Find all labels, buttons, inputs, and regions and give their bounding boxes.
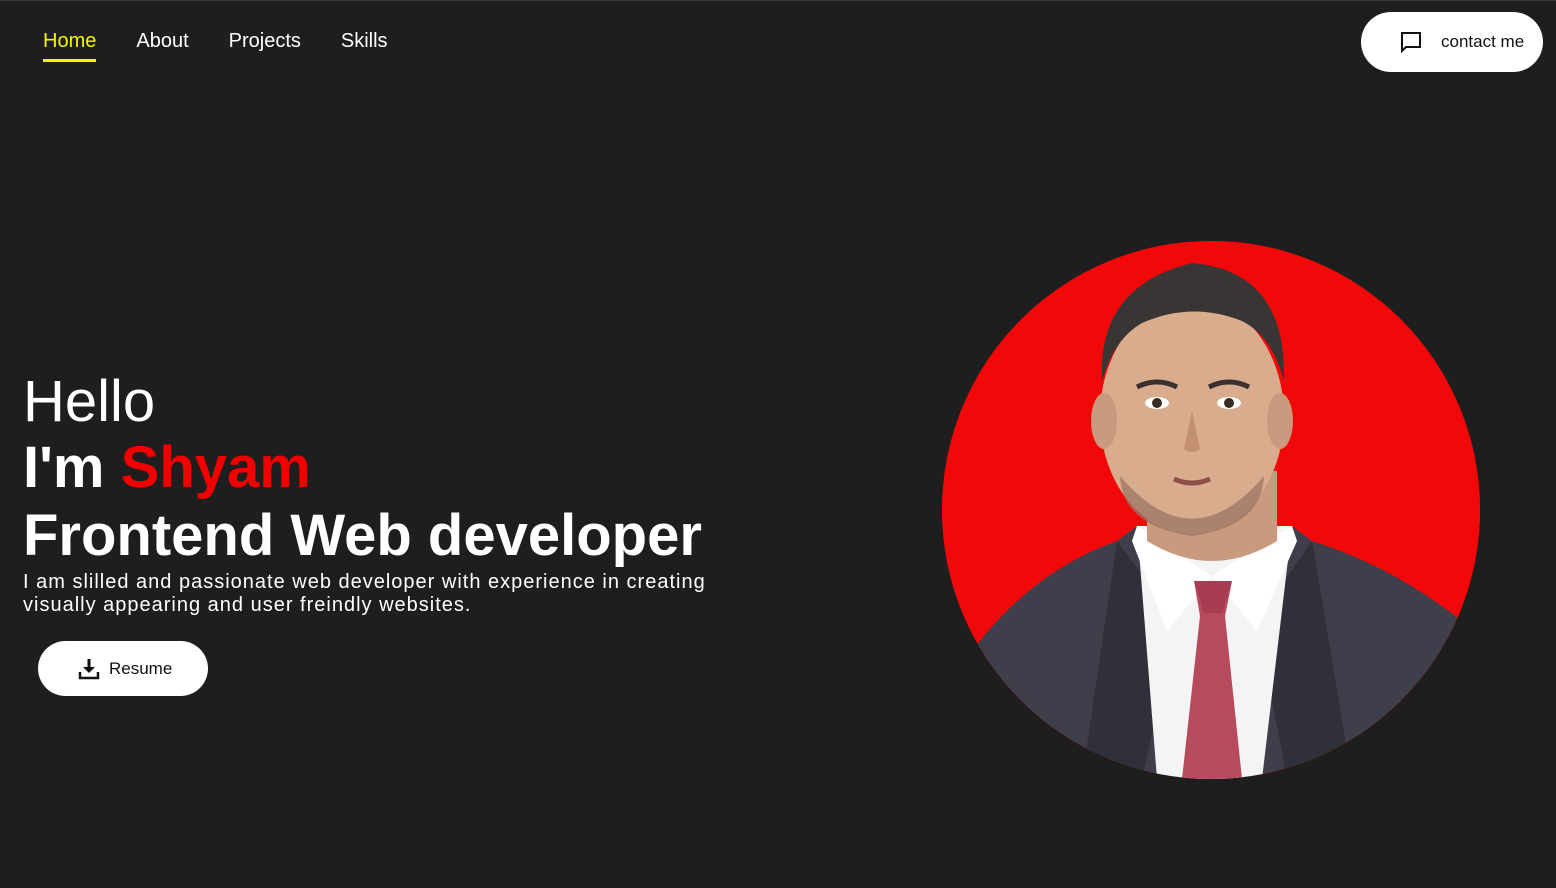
download-icon bbox=[78, 658, 100, 680]
nav-item-projects[interactable]: Projects bbox=[229, 29, 301, 62]
main-nav: Home About Projects Skills bbox=[43, 29, 388, 62]
hero-intro-prefix: I'm bbox=[23, 435, 105, 500]
resume-label: Resume bbox=[109, 658, 173, 678]
hero-section: Hello I'm Shyam Frontend Web developer I… bbox=[23, 371, 783, 617]
contact-me-button[interactable]: contact me bbox=[1361, 12, 1543, 72]
hero-description: I am slilled and passionate web develope… bbox=[23, 571, 706, 616]
resume-button[interactable]: Resume bbox=[38, 641, 208, 696]
hero-intro: I'm Shyam bbox=[23, 433, 783, 503]
contact-me-label: contact me bbox=[1441, 32, 1525, 51]
nav-item-home[interactable]: Home bbox=[43, 29, 97, 62]
hero-greeting: Hello bbox=[23, 369, 156, 434]
profile-photo bbox=[942, 241, 1480, 779]
nav-item-skills[interactable]: Skills bbox=[341, 29, 388, 62]
chat-bubble-icon bbox=[1399, 30, 1423, 54]
nav-item-about[interactable]: About bbox=[136, 29, 188, 62]
hero-name: Shyam bbox=[120, 435, 311, 500]
hero-role: Frontend Web developer bbox=[23, 503, 702, 568]
